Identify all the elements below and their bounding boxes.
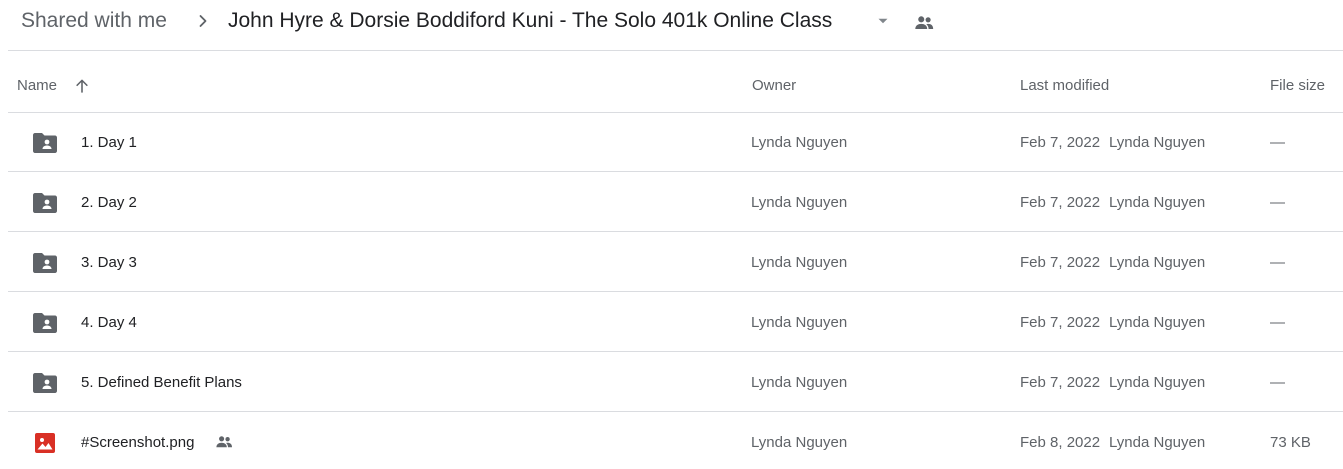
file-size: — bbox=[1270, 134, 1285, 151]
owner-name: Lynda Nguyen bbox=[751, 134, 848, 151]
file-name[interactable]: 2. Day 2 bbox=[81, 194, 137, 212]
column-header-owner[interactable]: Owner bbox=[752, 77, 796, 95]
shared-folder-icon bbox=[33, 193, 57, 213]
modified-date: Feb 7, 2022 bbox=[1020, 254, 1101, 271]
modified-date: Feb 7, 2022 bbox=[1020, 314, 1101, 331]
column-header-file-size[interactable]: File size bbox=[1270, 77, 1325, 95]
file-size: 73 KB bbox=[1270, 434, 1311, 451]
breadcrumb-shared-with-me[interactable]: Shared with me bbox=[21, 8, 167, 34]
people-icon bbox=[216, 436, 232, 448]
arrow-up-icon[interactable] bbox=[73, 77, 91, 95]
table-row[interactable]: 2. Day 2 Lynda Nguyen Feb 7, 2022 Lynda … bbox=[8, 173, 1343, 232]
table-row[interactable]: 1. Day 1 Lynda Nguyen Feb 7, 2022 Lynda … bbox=[8, 113, 1343, 172]
shared-folder-icon bbox=[33, 373, 57, 393]
file-size: — bbox=[1270, 314, 1285, 331]
row-divider bbox=[8, 231, 1343, 232]
table-row[interactable]: 3. Day 3 Lynda Nguyen Feb 7, 2022 Lynda … bbox=[8, 233, 1343, 292]
breadcrumb: Shared with me John Hyre & Dorsie Boddif… bbox=[0, 0, 1343, 42]
modified-by: Lynda Nguyen bbox=[1109, 134, 1206, 151]
column-header-name[interactable]: Name bbox=[17, 77, 57, 95]
row-divider bbox=[8, 291, 1343, 292]
table-row[interactable]: 5. Defined Benefit Plans Lynda Nguyen Fe… bbox=[8, 353, 1343, 412]
file-name[interactable]: 4. Day 4 bbox=[81, 314, 137, 332]
file-name[interactable]: #Screenshot.png bbox=[81, 434, 194, 452]
shared-folder-icon bbox=[33, 253, 57, 273]
owner-name: Lynda Nguyen bbox=[751, 314, 848, 331]
table-row[interactable]: #Screenshot.png Lynda Nguyen Feb 8, 2022… bbox=[8, 413, 1343, 469]
row-divider bbox=[8, 411, 1343, 412]
modified-date: Feb 8, 2022 bbox=[1020, 434, 1101, 451]
table-row[interactable]: 4. Day 4 Lynda Nguyen Feb 7, 2022 Lynda … bbox=[8, 293, 1343, 352]
owner-name: Lynda Nguyen bbox=[751, 434, 848, 451]
row-divider bbox=[8, 171, 1343, 172]
image-file-icon bbox=[35, 433, 55, 453]
file-name[interactable]: 5. Defined Benefit Plans bbox=[81, 374, 242, 392]
modified-by: Lynda Nguyen bbox=[1109, 194, 1206, 211]
modified-by: Lynda Nguyen bbox=[1109, 314, 1206, 331]
people-icon bbox=[915, 16, 934, 29]
row-divider bbox=[8, 351, 1343, 352]
shared-folder-icon bbox=[33, 133, 57, 153]
shared-folder-icon bbox=[33, 313, 57, 333]
drive-file-list-page: Shared with me John Hyre & Dorsie Boddif… bbox=[0, 0, 1343, 469]
modified-date: Feb 7, 2022 bbox=[1020, 134, 1101, 151]
modified-date: Feb 7, 2022 bbox=[1020, 194, 1101, 211]
modified-date: Feb 7, 2022 bbox=[1020, 374, 1101, 391]
modified-by: Lynda Nguyen bbox=[1109, 374, 1206, 391]
file-size: — bbox=[1270, 374, 1285, 391]
file-size: — bbox=[1270, 194, 1285, 211]
file-size: — bbox=[1270, 254, 1285, 271]
modified-by: Lynda Nguyen bbox=[1109, 434, 1206, 451]
caret-down-icon[interactable] bbox=[874, 12, 892, 30]
modified-by: Lynda Nguyen bbox=[1109, 254, 1206, 271]
header-divider bbox=[8, 50, 1343, 51]
owner-name: Lynda Nguyen bbox=[751, 254, 848, 271]
owner-name: Lynda Nguyen bbox=[751, 374, 848, 391]
breadcrumb-current-folder[interactable]: John Hyre & Dorsie Boddiford Kuni - The … bbox=[228, 8, 832, 34]
file-name[interactable]: 3. Day 3 bbox=[81, 254, 137, 272]
column-header-last-modified[interactable]: Last modified bbox=[1020, 77, 1109, 95]
file-name[interactable]: 1. Day 1 bbox=[81, 134, 137, 152]
chevron-right-icon bbox=[199, 15, 207, 27]
owner-name: Lynda Nguyen bbox=[751, 194, 848, 211]
